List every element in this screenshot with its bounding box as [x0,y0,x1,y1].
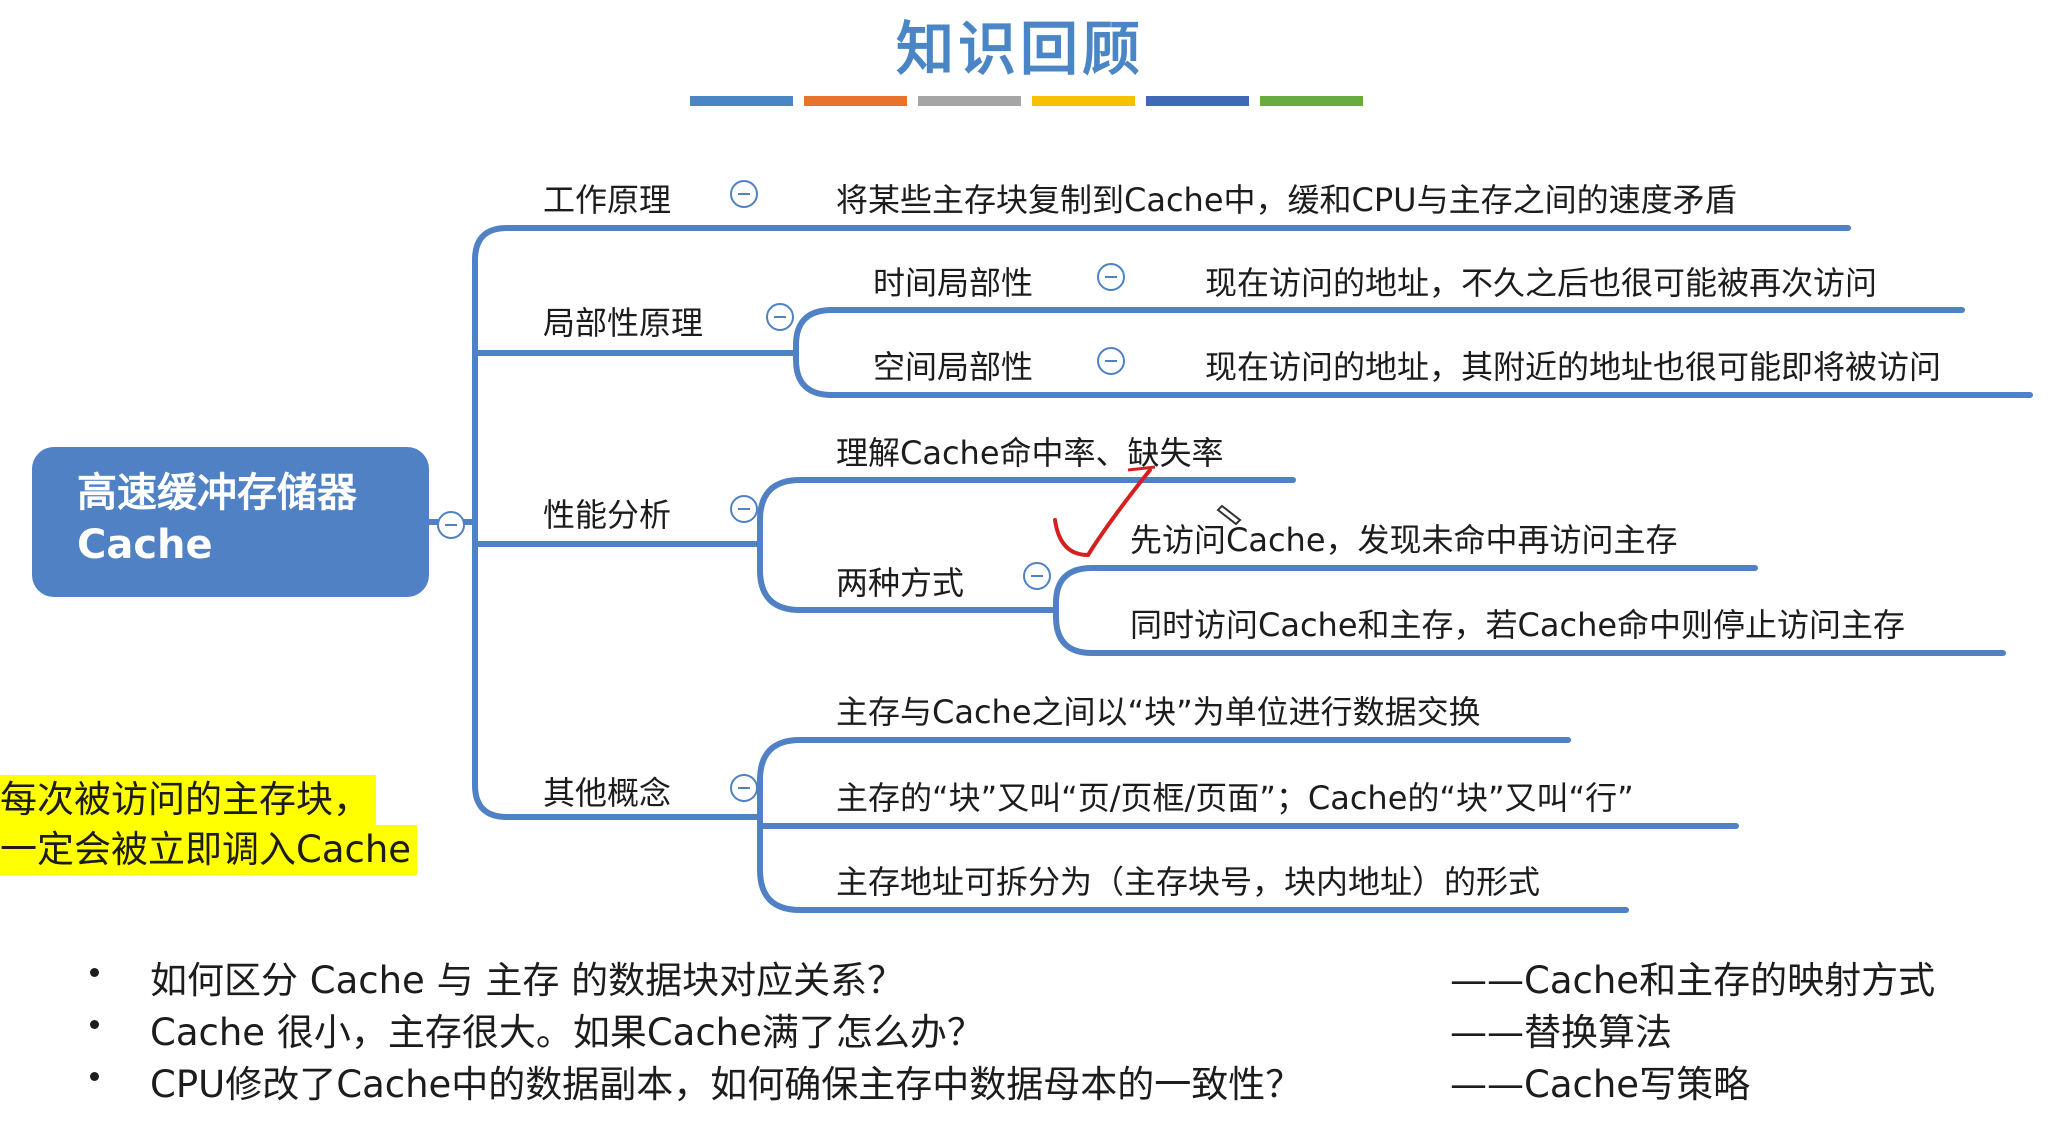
other-concept-3[interactable]: 主存地址可拆分为（主存块号，块内地址）的形式 [836,857,1540,903]
question-text: CPU修改了Cache中的数据副本，如何确保主存中数据母本的一致性？ [150,1063,1303,1106]
locality-temporal[interactable]: 时间局部性 [873,258,1033,304]
root-node[interactable]: 高速缓冲存储器 Cache [32,447,429,597]
work-principle-desc[interactable]: 将某些主存块复制到Cache中，缓和CPU与主存之间的速度矛盾 [836,175,1737,221]
collapse-root-icon[interactable] [437,511,465,539]
branch-locality[interactable]: 局部性原理 [543,298,703,344]
branch-work-principle[interactable]: 工作原理 [543,175,671,221]
temporal-desc[interactable]: 现在访问的地址，不久之后也很可能被再次访问 [1205,258,1877,304]
collapse-temporal-icon[interactable] [1097,263,1125,291]
collapse-performance-icon[interactable] [730,495,758,523]
performance-hit-rate[interactable]: 理解Cache命中率、缺失率 [836,428,1224,474]
collapse-spatial-icon[interactable] [1097,347,1125,375]
root-node-subtitle: Cache [77,522,213,568]
collapse-work-principle-icon[interactable] [730,180,758,208]
spatial-desc[interactable]: 现在访问的地址，其附近的地址也很可能即将被访问 [1205,342,1941,388]
collapse-two-ways-icon[interactable] [1023,562,1051,590]
bullet-icon [90,968,99,977]
collapse-locality-icon[interactable] [766,303,794,331]
other-concept-2[interactable]: 主存的“块”又叫“页/页框/页面”；Cache的“块”又叫“行” [836,773,1634,819]
answer-text: ——Cache写策略 [1450,1063,1751,1106]
highlight-note-line-1: 每次被访问的主存块， [0,775,376,825]
two-ways-option-1[interactable]: 先访问Cache，发现未命中再访问主存 [1130,515,1678,561]
two-ways-option-2[interactable]: 同时访问Cache和主存，若Cache命中则停止访问主存 [1130,600,1905,646]
highlight-note-line-2: 一定会被立即调入Cache [0,825,418,875]
branch-performance[interactable]: 性能分析 [543,490,671,536]
question-text: Cache 很小，主存很大。如果Cache满了怎么办？ [150,1011,984,1054]
collapse-other-concepts-icon[interactable] [730,774,758,802]
branch-other-concepts[interactable]: 其他概念 [543,768,671,814]
bullet-icon [90,1020,99,1029]
answer-text: ——Cache和主存的映射方式 [1450,959,1936,1002]
root-node-title: 高速缓冲存储器 [77,470,357,516]
bullet-icon [90,1072,99,1081]
answer-text: ——替换算法 [1450,1011,1672,1054]
locality-spatial[interactable]: 空间局部性 [873,342,1033,388]
performance-two-ways[interactable]: 两种方式 [836,558,964,604]
other-concept-1[interactable]: 主存与Cache之间以“块”为单位进行数据交换 [836,687,1481,733]
question-text: 如何区分 Cache 与 主存 的数据块对应关系？ [150,959,905,1002]
